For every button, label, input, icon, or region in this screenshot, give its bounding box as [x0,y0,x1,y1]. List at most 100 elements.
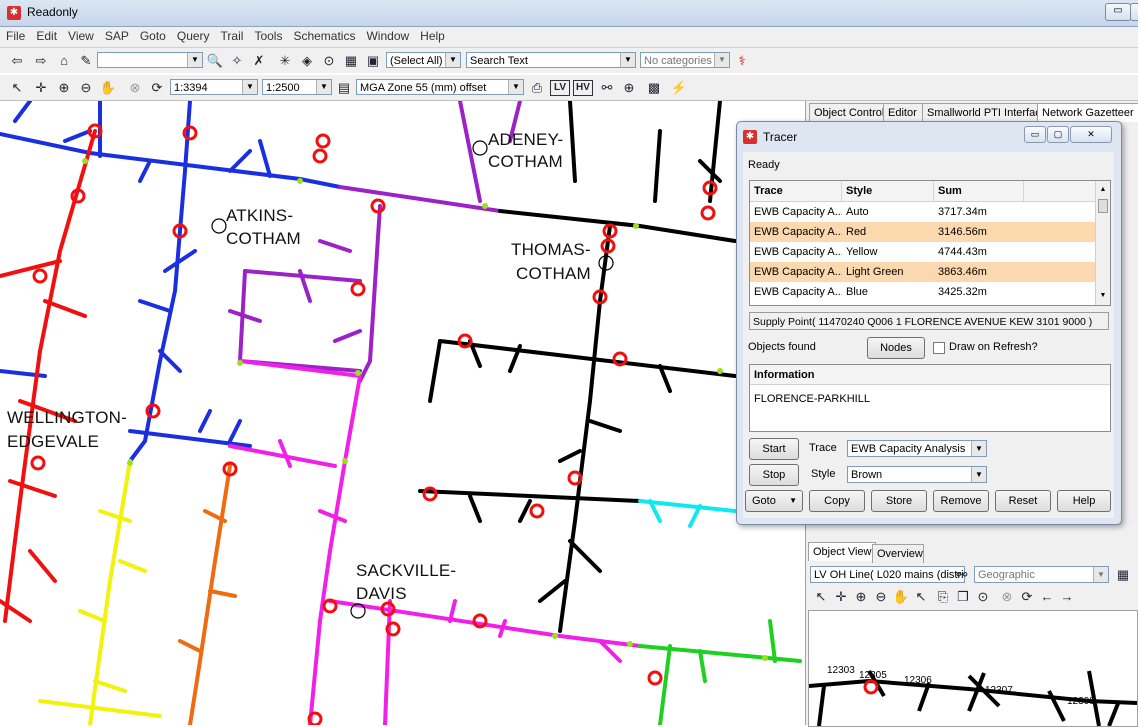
reset-button[interactable]: Reset [995,490,1051,512]
projection-combo[interactable]: MGA Zone 55 (mm) offset ▼ [356,79,524,95]
draw-on-refresh-checkbox[interactable] [933,342,945,354]
crosshair-icon[interactable]: ✛ [832,588,850,606]
bookmark-icon[interactable]: ✎ [77,52,95,70]
object-combo[interactable]: LV OH Line( L020 mains (distrib [810,566,965,583]
store-button[interactable]: Store [871,490,927,512]
menu-tools[interactable]: Tools [248,27,287,43]
zoom-fit-icon[interactable]: ⊕ [620,79,638,97]
stop-button[interactable]: Stop [749,464,799,486]
categories-combo[interactable]: No categories ▼ [640,52,730,68]
back-arrow-icon[interactable]: ⇦ [8,52,26,70]
chevron-down-icon[interactable]: ▼ [714,53,729,67]
table-row[interactable]: EWB Capacity A... Blue 3425.32m [750,282,1095,302]
table-row[interactable]: EWB Capacity A... Auto 3717.34m [750,202,1095,222]
tab-object-control[interactable]: Object Control [809,103,885,122]
back-arrow-icon[interactable]: ← [1038,588,1056,606]
hv-button[interactable]: HV [573,80,593,96]
set-scale-combo[interactable]: 1:2500 ▼ [262,79,332,95]
zoom-out-icon[interactable]: ⊖ [77,79,95,97]
chevron-down-icon[interactable]: ▼ [187,53,202,67]
menu-trail[interactable]: Trail [215,27,249,43]
chevron-down-icon[interactable]: ▼ [508,80,523,94]
find-icon[interactable]: ⊙ [974,588,992,606]
zoom-in-icon[interactable]: ⊕ [55,79,73,97]
forward-arrow-icon[interactable]: → [1058,588,1076,606]
style-select[interactable]: Brown ▼ [847,466,987,483]
wand-icon[interactable]: ⚕ [733,52,751,70]
menu-file[interactable]: File [0,27,30,43]
tracer-minimize-button[interactable]: ▭ [1024,126,1046,143]
zoom-search-icon[interactable]: 🔍 [206,52,224,70]
remove-button[interactable]: Remove [933,490,989,512]
trace-red-icon[interactable]: ⚡ [670,79,688,97]
menu-sap[interactable]: SAP [99,27,134,43]
crosshair-icon[interactable]: ✛ [32,79,50,97]
stop-icon[interactable]: ⊗ [126,79,144,97]
tab-smallworld-pti[interactable]: Smallworld PTI Interface [922,103,1047,122]
zoom-in-icon[interactable]: ⊕ [852,588,870,606]
tracer-maximize-button[interactable]: ▢ [1047,126,1069,143]
table-icon[interactable]: ▦ [342,52,360,70]
scroll-thumb[interactable] [1098,199,1108,213]
chevron-down-icon[interactable]: ▼ [242,80,257,94]
trace-tool-icon[interactable]: ✳ [276,52,294,70]
forward-arrow-icon[interactable]: ⇨ [32,52,50,70]
start-button[interactable]: Start [749,438,799,460]
select-magic-icon[interactable]: ✧ [228,52,246,70]
chevron-down-icon[interactable]: ▼ [971,467,986,482]
export-icon[interactable]: ⎘ [934,588,952,606]
chevron-down-icon[interactable]: ▼ [316,80,331,94]
menu-window[interactable]: Window [360,27,414,43]
current-scale-combo[interactable]: 1:3394 ▼ [170,79,258,95]
pointer-icon[interactable]: ↖ [8,79,26,97]
refresh-icon[interactable]: ⟳ [148,79,166,97]
col-sum[interactable]: Sum [934,181,1024,201]
menu-edit[interactable]: Edit [30,27,62,43]
col-trace[interactable]: Trace [750,181,842,201]
menu-help[interactable]: Help [414,27,450,43]
object-view-map[interactable]: 12303 12305 12306 12307 12308 [808,610,1138,727]
grid-icon[interactable]: ▦ [1114,566,1132,584]
pan-hand-icon[interactable]: ✋ [892,588,910,606]
trace-select[interactable]: EWB Capacity Analysis ▼ [847,440,987,457]
tracer-close-button[interactable]: ✕ [1070,126,1112,143]
map-canvas[interactable]: ADENEY- COTHAM ATKINS- COTHAM THOMAS- CO… [0,101,805,725]
tab-network-gazetteer[interactable]: Network Gazetteer [1037,103,1138,122]
chevron-down-icon[interactable]: ▼ [1093,567,1108,582]
table-row[interactable]: EWB Capacity A... Light Green 3863.46m [750,262,1095,282]
print-icon[interactable]: ⎙ [528,79,546,97]
object-tool-icon[interactable]: ◈ [298,52,316,70]
image-icon[interactable]: ▩ [645,79,663,97]
tab-object-view[interactable]: Object View [808,542,876,561]
scroll-down-icon[interactable]: ▼ [1096,289,1110,303]
select-icon[interactable]: ↖ [912,588,930,606]
view-mode-combo[interactable]: Geographic ▼ [974,566,1109,583]
scroll-up-icon[interactable]: ▲ [1096,183,1110,197]
zoom-out-icon[interactable]: ⊖ [872,588,890,606]
lv-button[interactable]: LV [550,80,570,96]
menu-schematics[interactable]: Schematics [287,27,360,43]
clear-select-icon[interactable]: ✗ [250,52,268,70]
maximize-button[interactable] [1130,3,1138,21]
table-row[interactable]: EWB Capacity A... Red 3146.56m [750,222,1095,242]
chevron-down-icon[interactable]: ▼ [445,53,460,67]
nodes-button[interactable]: Nodes [867,337,925,359]
tab-overview[interactable]: Overview [872,544,924,563]
menu-query[interactable]: Query [171,27,215,43]
select-filter-combo[interactable]: (Select All) ▼ [386,52,461,68]
layers-icon[interactable]: ▤ [335,79,353,97]
refresh-icon[interactable]: ⟳ [1018,588,1036,606]
copy-button[interactable]: Copy [809,490,865,512]
chevron-down-icon[interactable]: ▼ [620,53,635,67]
object-link-icon[interactable]: ⚯ [953,566,971,584]
minimize-button[interactable]: ▭ [1105,3,1131,21]
help-button[interactable]: Help [1057,490,1111,512]
pointer-icon[interactable]: ↖ [812,588,830,606]
copy-icon[interactable]: ❐ [954,588,972,606]
pan-hand-icon[interactable]: ✋ [99,79,117,97]
table-row[interactable]: EWB Capacity A... Yellow 4744.43m [750,242,1095,262]
chevron-down-icon[interactable]: ▼ [971,441,986,456]
location-combo[interactable]: ▼ [97,52,203,68]
home-icon[interactable]: ⌂ [55,52,73,70]
grid-scrollbar[interactable]: ▲ ▼ [1095,181,1110,305]
